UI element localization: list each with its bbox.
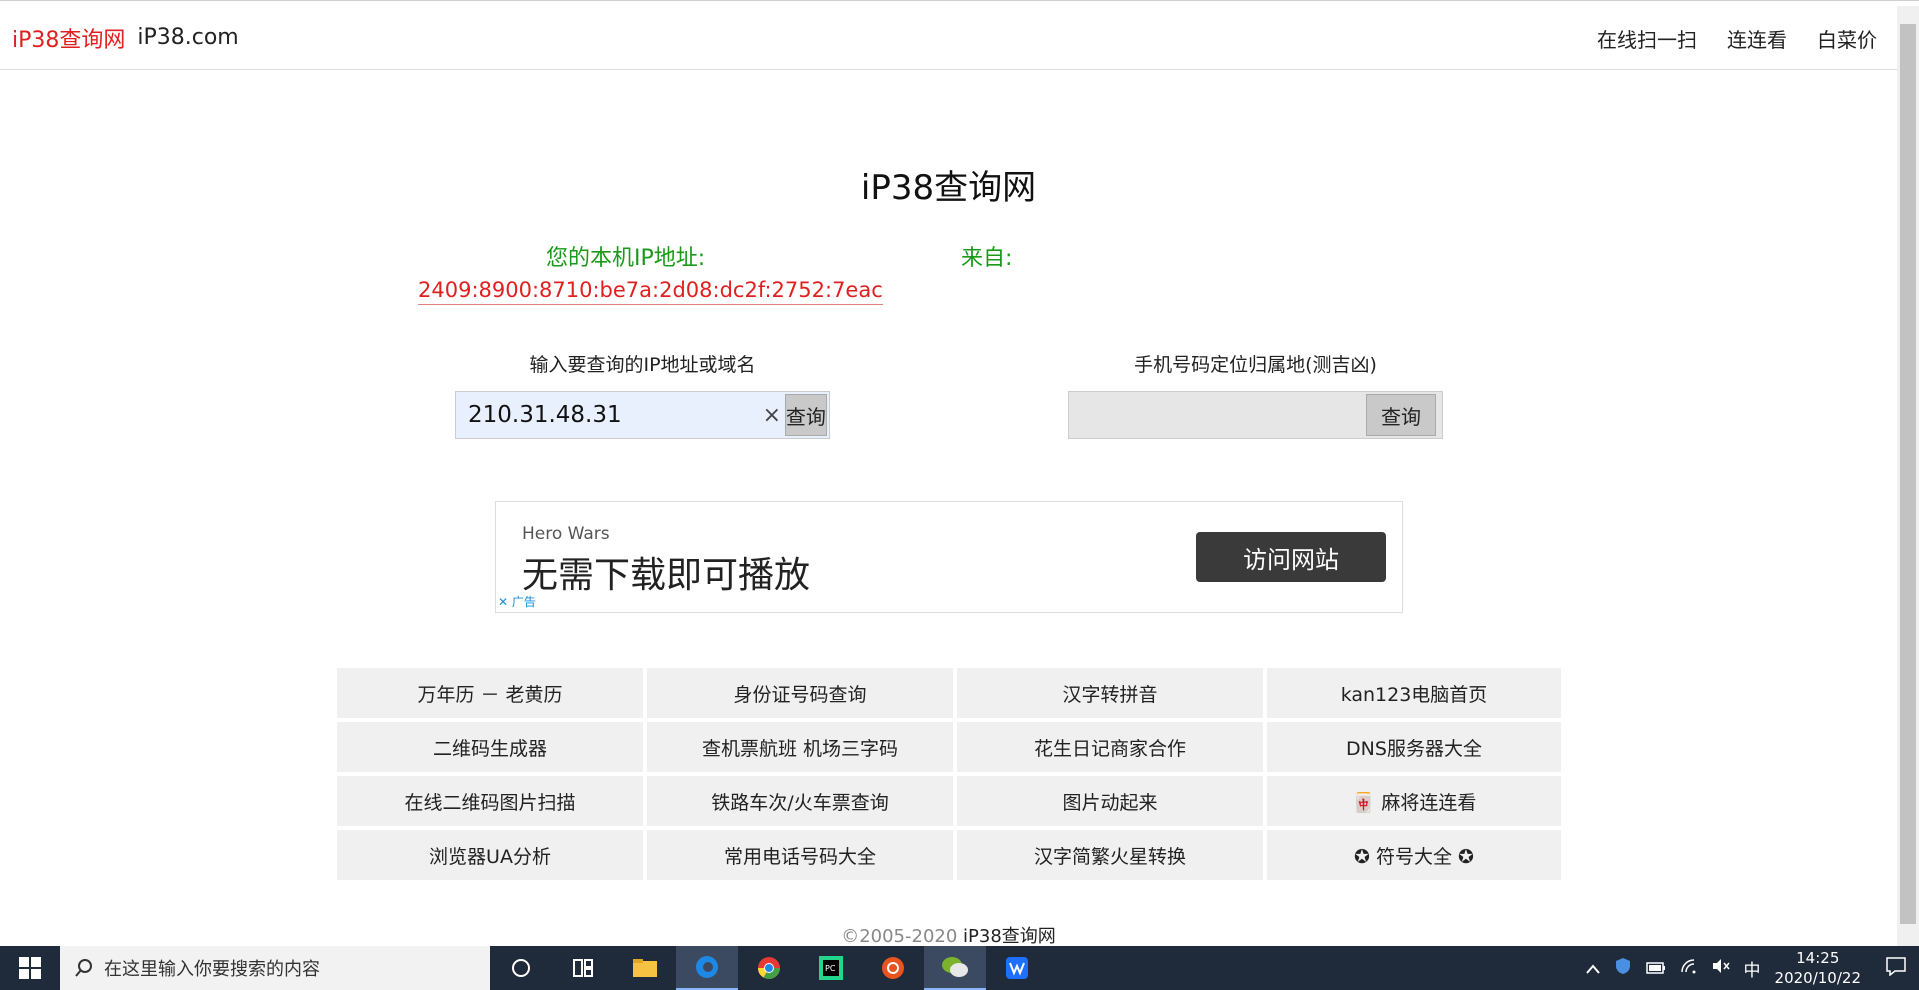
from-label: 来自: xyxy=(961,246,1013,271)
brand-domain[interactable]: iP38.com xyxy=(137,25,238,50)
chevron-up-icon[interactable] xyxy=(1585,959,1600,978)
volume-muted-icon[interactable] xyxy=(1712,958,1730,978)
ad-banner[interactable]: Hero Wars 无需下载即可播放 访问网站 ✕ 广告 xyxy=(495,501,1403,613)
link-qrcode-scan[interactable]: 在线二维码图片扫描 xyxy=(337,776,643,826)
phone-query-button[interactable]: 查询 xyxy=(1366,394,1436,436)
start-button[interactable] xyxy=(0,946,60,990)
link-hanzi-convert[interactable]: 汉字简繁火星转换 xyxy=(957,830,1263,880)
link-image-animate[interactable]: 图片动起来 xyxy=(957,776,1263,826)
pycharm-icon[interactable]: PC xyxy=(800,946,862,990)
system-tray: 中 14:25 2020/10/22 xyxy=(1585,946,1919,990)
edge-browser-icon[interactable] xyxy=(676,946,738,990)
ubuntu-icon[interactable] xyxy=(862,946,924,990)
taskbar-search-box[interactable]: 在这里输入你要搜索的内容 xyxy=(60,946,490,990)
search-icon xyxy=(75,959,92,977)
ip-query-button[interactable]: 查询 xyxy=(784,394,827,436)
link-ua[interactable]: 浏览器UA分析 xyxy=(337,830,643,880)
ip-query-form: × 查询 xyxy=(455,391,830,439)
ime-indicator[interactable]: 中 xyxy=(1744,956,1761,981)
link-phone-numbers[interactable]: 常用电话号码大全 xyxy=(647,830,953,880)
phone-query-label: 手机号码定位归属地(测吉凶) xyxy=(1134,354,1377,376)
vertical-scrollbar[interactable] xyxy=(1897,6,1919,946)
brand-logo-link[interactable]: iP38查询网 xyxy=(12,22,125,54)
ip-query-label: 输入要查询的IP地址或域名 xyxy=(529,354,756,376)
link-calendar[interactable]: 万年历 － 老黄历 xyxy=(337,668,643,718)
link-kan123[interactable]: kan123电脑首页 xyxy=(1267,668,1561,718)
site-header: iP38查询网 iP38.com 在线扫一扫 连连看 白菜价 xyxy=(0,6,1897,70)
nav-scan[interactable]: 在线扫一扫 xyxy=(1597,24,1697,53)
clock-time: 14:25 xyxy=(1796,949,1840,967)
ad-visit-button[interactable]: 访问网站 xyxy=(1196,532,1386,582)
task-view-icon[interactable] xyxy=(552,946,614,990)
page-footer: ©2005-2020 iP38查询网 xyxy=(0,922,1897,948)
nav-lianliankan[interactable]: 连连看 xyxy=(1727,24,1787,53)
notification-icon[interactable] xyxy=(1885,956,1907,980)
ad-brand: Hero Wars xyxy=(522,524,610,544)
local-ip-value[interactable]: 2409:8900:8710:be7a:2d08:dc2f:2752:7eac xyxy=(418,278,883,305)
chrome-icon[interactable] xyxy=(738,946,800,990)
top-nav: 在线扫一扫 连连看 白菜价 xyxy=(1597,6,1877,70)
ad-close-icon[interactable]: ✕ 广告 xyxy=(498,593,536,610)
footer-copyright: ©2005-2020 xyxy=(841,926,958,947)
link-id-card[interactable]: 身份证号码查询 xyxy=(647,668,953,718)
phone-query-form: 查询 xyxy=(1068,391,1443,439)
windows-logo-icon xyxy=(19,957,41,979)
link-railway[interactable]: 铁路车次/火车票查询 xyxy=(647,776,953,826)
clear-icon[interactable]: × xyxy=(761,392,783,438)
scrollbar-thumb[interactable] xyxy=(1900,24,1916,924)
local-ip-label: 您的本机IP地址: xyxy=(546,246,706,271)
wifi-icon[interactable] xyxy=(1680,958,1698,978)
link-pinyin[interactable]: 汉字转拼音 xyxy=(957,668,1263,718)
security-shield-icon[interactable] xyxy=(1614,957,1632,979)
windows-taskbar: 在这里输入你要搜索的内容 PC 中 14:25 2020/10/22 xyxy=(0,946,1919,990)
taskbar-search-placeholder: 在这里输入你要搜索的内容 xyxy=(104,959,320,980)
link-mahjong[interactable]: 🀄 麻将连连看 xyxy=(1267,776,1561,826)
tool-links-grid: 万年历 － 老黄历 身份证号码查询 汉字转拼音 kan123电脑首页 二维码生成… xyxy=(337,668,1561,880)
cortana-icon[interactable] xyxy=(490,946,552,990)
clock-date: 2020/10/22 xyxy=(1774,969,1861,987)
file-explorer-icon[interactable] xyxy=(614,946,676,990)
browser-page: iP38查询网 iP38.com 在线扫一扫 连连看 白菜价 iP38查询网 您… xyxy=(0,0,1919,990)
link-qrcode-generator[interactable]: 二维码生成器 xyxy=(337,722,643,772)
footer-site-link[interactable]: iP38查询网 xyxy=(963,926,1056,947)
ip-query-input[interactable] xyxy=(456,392,761,438)
nav-baicaijia[interactable]: 白菜价 xyxy=(1817,24,1877,53)
link-symbols[interactable]: ✪ 符号大全 ✪ xyxy=(1267,830,1561,880)
link-flights[interactable]: 查机票航班 机场三字码 xyxy=(647,722,953,772)
clock[interactable]: 14:25 2020/10/22 xyxy=(1775,948,1861,988)
svg-text:PC: PC xyxy=(825,964,836,973)
battery-icon[interactable] xyxy=(1645,959,1666,978)
wps-icon[interactable] xyxy=(986,946,1048,990)
page-title: iP38查询网 xyxy=(860,168,1037,208)
ad-headline: 无需下载即可播放 xyxy=(522,555,811,596)
wechat-icon[interactable] xyxy=(924,946,986,990)
link-dns[interactable]: DNS服务器大全 xyxy=(1267,722,1561,772)
phone-query-input[interactable] xyxy=(1069,392,1364,438)
link-huasheng[interactable]: 花生日记商家合作 xyxy=(957,722,1263,772)
